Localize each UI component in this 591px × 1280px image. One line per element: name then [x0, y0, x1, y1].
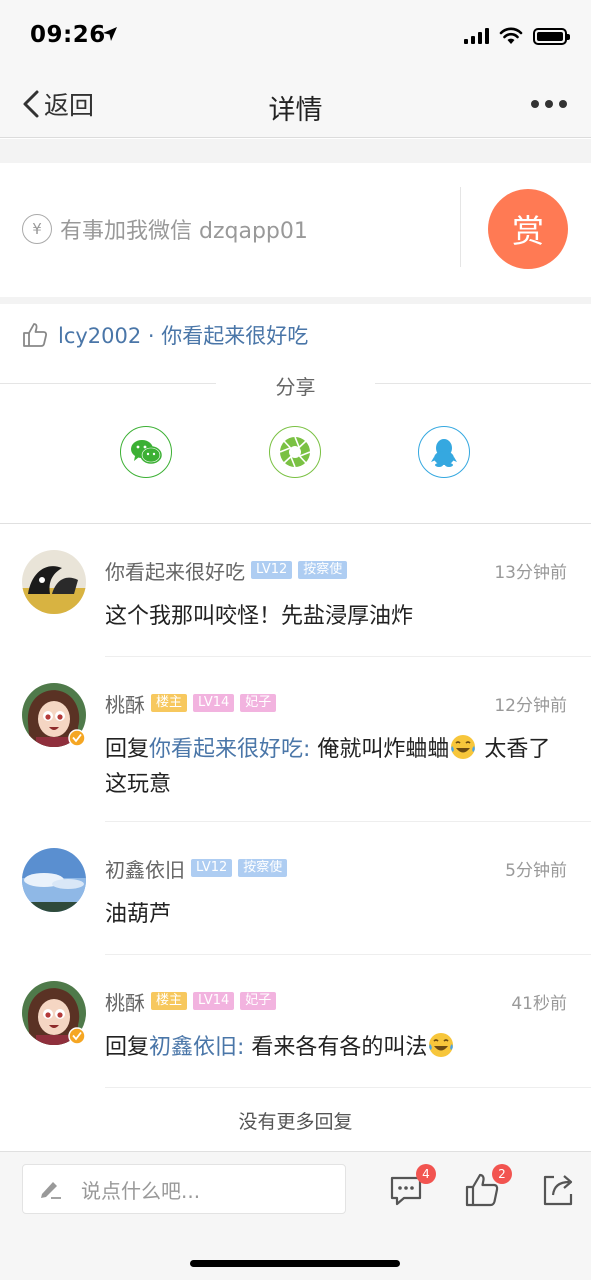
role-badge: 按察使	[298, 561, 348, 579]
avatar-image	[22, 550, 86, 614]
input-placeholder: 说点什么吧...	[81, 1178, 201, 1203]
reward-section: ¥ 有事加我微信 dzqapp01 赏	[0, 139, 591, 304]
comment-author[interactable]: 初鑫依旧	[105, 854, 185, 883]
thumbs-up-icon[interactable]	[22, 322, 48, 348]
reward-button[interactable]: 赏	[488, 189, 568, 269]
pencil-icon	[41, 1182, 61, 1199]
like-button[interactable]: 2	[464, 1164, 512, 1208]
divider	[105, 1087, 591, 1088]
tears-of-joy-emoji-icon	[451, 735, 476, 759]
dot-icon	[531, 100, 539, 108]
comment-author[interactable]: 你看起来很好吃	[105, 556, 245, 585]
like-count-badge: 2	[492, 1164, 512, 1184]
battery-icon	[533, 27, 570, 45]
comment-header: 桃酥 楼主 LV14 妃子	[105, 689, 277, 718]
no-more-replies: 没有更多回复	[238, 1111, 353, 1133]
wifi-icon	[499, 27, 523, 44]
owner-badge: 楼主	[151, 694, 188, 712]
share-wechat-button[interactable]	[120, 426, 172, 478]
comment-author[interactable]: 桃酥	[105, 987, 145, 1016]
reward-text: 有事加我微信 dzqapp01	[60, 219, 308, 244]
share-button[interactable]	[540, 1172, 576, 1208]
reply-text: 俺就叫炸蛐蛐	[310, 737, 450, 762]
owner-badge: 楼主	[151, 992, 188, 1010]
share-moments-button[interactable]	[269, 426, 321, 478]
divider	[105, 821, 591, 822]
moments-aperture-icon	[279, 436, 311, 468]
comment-time: 13分钟前	[494, 563, 567, 583]
avatar[interactable]	[22, 550, 86, 614]
status-time: 09:26	[30, 22, 106, 48]
role-badge: 妃子	[240, 992, 277, 1010]
comments-button[interactable]: 4	[388, 1164, 436, 1208]
share-qq-button[interactable]	[418, 426, 470, 478]
page-title: 详情	[268, 95, 323, 126]
dot-icon	[559, 100, 567, 108]
yuan-icon: ¥	[22, 214, 52, 244]
comment-time: 5分钟前	[505, 861, 567, 881]
more-options-button[interactable]	[531, 100, 567, 108]
status-indicators	[464, 26, 570, 46]
reply-text: 看来各有各的叫法	[244, 1035, 428, 1060]
home-indicator	[190, 1260, 400, 1267]
divider	[105, 656, 591, 657]
share-title: 分享	[275, 375, 316, 399]
comment-header: 初鑫依旧 LV12 按察使	[105, 854, 288, 883]
wechat-icon	[131, 440, 162, 464]
comment-header: 你看起来很好吃 LV12 按察使	[105, 556, 348, 585]
level-badge: LV14	[193, 694, 235, 712]
comment-header: 桃酥 楼主 LV14 妃子	[105, 987, 277, 1016]
likes-text[interactable]: lcy2002 · 你看起来很好吃	[58, 320, 308, 350]
role-badge: 妃子	[240, 694, 277, 712]
avatar-image	[22, 848, 86, 912]
comment-time: 12分钟前	[494, 696, 567, 716]
level-badge: LV14	[193, 992, 235, 1010]
tears-of-joy-emoji-icon	[429, 1033, 454, 1057]
divider	[105, 954, 591, 955]
reply-prefix: 回复	[105, 1035, 150, 1060]
reply-prefix: 回复	[105, 737, 150, 762]
verified-badge-icon	[68, 729, 86, 747]
comment-author[interactable]: 桃酥	[105, 689, 145, 718]
qq-penguin-icon	[431, 439, 457, 467]
reply-target-link[interactable]: 初鑫依旧:	[149, 1035, 244, 1060]
divider	[0, 523, 591, 524]
comment-count-badge: 4	[416, 1164, 436, 1184]
share-icon	[543, 1175, 573, 1206]
reply-target-link[interactable]: 你看起来很好吃:	[149, 737, 310, 762]
level-badge: LV12	[251, 561, 293, 579]
status-bar: 09:26	[0, 0, 591, 72]
comment-text: 这个我那叫咬怪！先盐浸厚油炸	[105, 604, 414, 629]
comment-text: 油葫芦	[105, 902, 172, 927]
comment-time: 41秒前	[511, 994, 567, 1014]
level-badge: LV12	[191, 859, 233, 877]
reward-card: ¥ 有事加我微信 dzqapp01 赏	[0, 163, 591, 297]
dot-icon	[545, 100, 553, 108]
navigation-bar: 返回 详情	[0, 72, 591, 138]
reward-info: ¥ 有事加我微信 dzqapp01	[22, 213, 308, 245]
location-arrow-icon	[103, 27, 117, 41]
signal-icon	[464, 28, 489, 44]
comment-text: 回复初鑫依旧: 看来各有各的叫法	[105, 1030, 569, 1065]
verified-badge-icon	[68, 1027, 86, 1045]
bottom-action-bar: 说点什么吧... 4 2	[0, 1151, 591, 1280]
role-badge: 按察使	[238, 859, 288, 877]
likes-row: lcy2002 · 你看起来很好吃	[22, 320, 308, 350]
comment-input[interactable]: 说点什么吧...	[22, 1164, 346, 1214]
comment-text: 回复你看起来很好吃: 俺就叫炸蛐蛐 太香了这玩意	[105, 732, 569, 802]
divider	[460, 187, 461, 267]
avatar[interactable]	[22, 848, 86, 912]
